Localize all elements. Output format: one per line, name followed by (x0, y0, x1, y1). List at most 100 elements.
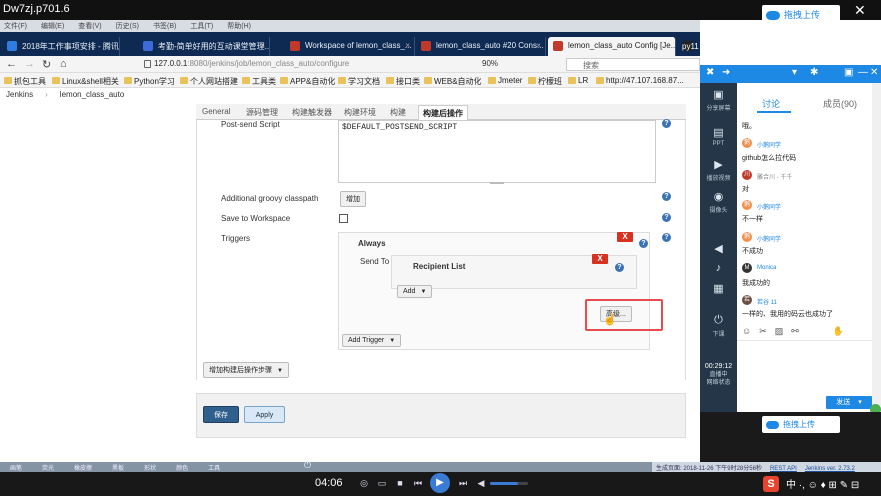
add-trigger-button[interactable]: Add Trigger ▼ (342, 334, 402, 347)
help-icon[interactable]: ? (639, 239, 648, 248)
back-icon[interactable]: ← (6, 58, 17, 70)
stop-icon[interactable]: ■ (392, 476, 408, 491)
resize-grip[interactable] (490, 182, 504, 184)
apply-button[interactable]: Apply (244, 406, 285, 423)
chat-scrollbar[interactable] (872, 83, 881, 412)
bookmark-item[interactable]: Python学习 (124, 76, 175, 87)
menu-file[interactable]: 文件(F) (4, 23, 27, 30)
menu-bookmarks[interactable]: 书签(B) (153, 23, 176, 30)
bookmark-item[interactable]: WEB&自动化 (424, 76, 482, 87)
loop-icon[interactable]: ◎ (356, 476, 372, 491)
tab-members[interactable]: 成员(90) (823, 97, 857, 110)
bookmark-item[interactable]: http://47.107.168.87... (596, 76, 684, 85)
power-icon[interactable]: ⏻ (304, 460, 311, 471)
bookmark-item[interactable]: 接口类 (386, 76, 420, 87)
home-icon[interactable]: ⌂ (60, 58, 67, 70)
bookmark-item[interactable]: 工具类 (242, 76, 276, 87)
search-input[interactable]: 搜索 (566, 58, 700, 71)
bookmark-item[interactable]: 抓包工具 (4, 76, 46, 87)
menu-view[interactable]: 查看(V) (78, 23, 101, 30)
url-input[interactable]: 127.0.0.1:8080/jenkins/job/lemon_class_a… (124, 58, 504, 71)
bookmark-item[interactable]: 学习文档 (338, 76, 380, 87)
tab-build[interactable]: 构建 (390, 107, 406, 118)
menu-history[interactable]: 历史(S) (116, 23, 139, 30)
tool-music[interactable]: ♪ (700, 262, 737, 276)
browser-tab[interactable]: 2018年工作事项安排 - 腾讯文... (2, 37, 120, 56)
tool-volume[interactable]: ◀ (700, 242, 737, 257)
upload-button[interactable]: 拖拽上传 (762, 5, 840, 23)
previous-icon[interactable]: ⏮ (410, 476, 426, 491)
tool-play-video[interactable]: ▶ 播放视频 (700, 158, 737, 182)
upload-button[interactable]: 拖拽上传 (762, 416, 840, 433)
menu-edit[interactable]: 编辑(E) (41, 23, 64, 30)
volume-icon[interactable]: ◀ (473, 476, 489, 491)
tool-share-screen[interactable]: ▣ 分享屏幕 (700, 88, 737, 112)
tab-discussion[interactable]: 讨论 (762, 97, 780, 110)
post-send-script-textarea[interactable]: $DEFAULT_POSTSEND_SCRIPT (338, 120, 656, 183)
next-icon[interactable]: ⏭ (455, 476, 471, 491)
arrow-right-icon[interactable]: ➜ (722, 67, 730, 78)
browser-tab[interactable]: Workspace of lemon_class_... × (285, 37, 415, 56)
hand-icon[interactable]: ✋ (833, 326, 844, 336)
pin-icon[interactable]: ✖ (706, 67, 714, 78)
tool-class-off[interactable]: ⏻ 下课 (700, 314, 737, 338)
help-icon[interactable]: ? (662, 192, 671, 201)
bookmark-item[interactable]: Linux&shell相关 (52, 76, 119, 87)
delete-recipient-button[interactable]: X (592, 254, 608, 264)
bookmark-item[interactable]: APP&自动化 (280, 76, 335, 87)
browser-tab-active[interactable]: lemon_class_auto Config [Je... (548, 37, 676, 56)
tab-scm[interactable]: 源码管理 (246, 107, 278, 118)
add-post-build-step-button[interactable]: 增加构建后操作步骤 ▼ (203, 362, 289, 378)
tool-more[interactable]: ▦ (700, 282, 737, 297)
url-path: :8080/jenkins/job/lemon_class_auto/confi… (187, 59, 350, 68)
tab-close-icon[interactable]: × (405, 41, 410, 50)
shirt-icon[interactable]: ▣ (844, 67, 853, 78)
tab-post-build[interactable]: 构建后操作 (418, 105, 468, 120)
help-icon[interactable]: ? (662, 213, 671, 222)
ime-toolbar[interactable]: 中 ·, ☺ ♦ ⊞ ✎ ⊟ (786, 476, 859, 491)
save-workspace-checkbox[interactable] (339, 214, 348, 223)
tool-camera[interactable]: ◉ 摄像头 (700, 190, 737, 214)
tool-ppt[interactable]: ▤ PPT (700, 126, 737, 147)
reload-icon[interactable]: ↻ (42, 58, 51, 71)
subtitle-icon[interactable]: ▭ (374, 476, 390, 491)
chat-input[interactable] (737, 340, 872, 392)
tab-close-icon[interactable]: × (260, 41, 265, 50)
menu-help[interactable]: 帮助(H) (227, 23, 251, 30)
menu-tools[interactable]: 工具(T) (190, 23, 213, 30)
chevron-down-icon[interactable]: ▾ (792, 67, 797, 78)
emoji-icon[interactable]: ☺ (742, 326, 751, 336)
browser-tab[interactable]: 考勤-简单好用的互动课堂管理... × (138, 37, 270, 56)
zoom-level[interactable]: 90% (482, 59, 498, 68)
add-recipient-button[interactable]: Add ▼ (397, 285, 433, 298)
forward-icon[interactable]: → (24, 58, 35, 70)
live-timer: 00:29:12 直播中 网络状态 (700, 363, 737, 387)
add-classpath-button[interactable]: 增加 (340, 191, 366, 207)
send-button[interactable]: 发送 ▾ (826, 396, 872, 409)
tab-build-env[interactable]: 构建环境 (344, 107, 376, 118)
bookmark-item[interactable]: 柠檬班 (528, 76, 562, 87)
bookmark-item[interactable]: Jmeter (488, 76, 522, 85)
close-icon[interactable]: ✕ (854, 2, 866, 19)
delete-trigger-button[interactable]: X (617, 232, 633, 242)
pin-icon[interactable]: ✱ (810, 67, 818, 78)
tab-general[interactable]: General (202, 107, 230, 116)
play-icon[interactable]: ▶ (430, 473, 450, 493)
link-icon[interactable]: ⚯ (791, 326, 799, 336)
image-icon[interactable]: ▨ (775, 326, 784, 336)
breadcrumb-jenkins[interactable]: Jenkins (6, 90, 33, 99)
help-icon[interactable]: ? (662, 119, 671, 128)
bookmark-item[interactable]: 个人网站搭建 (180, 76, 238, 87)
browser-tab[interactable]: lemon_class_auto #20 Cons... × (416, 37, 546, 56)
bookmark-item[interactable]: LR (568, 76, 588, 85)
close-icon[interactable]: ✕ (870, 67, 878, 78)
tab-triggers[interactable]: 构建触发器 (292, 107, 332, 118)
ime-logo-icon[interactable]: S (763, 476, 779, 492)
save-button[interactable]: 保存 (203, 406, 239, 423)
breadcrumb-job[interactable]: lemon_class_auto (60, 90, 124, 99)
minimize-icon[interactable]: — (858, 67, 868, 78)
tab-close-icon[interactable]: × (536, 41, 541, 50)
scissors-icon[interactable]: ✂ (759, 326, 767, 336)
help-icon[interactable]: ? (615, 263, 624, 272)
help-icon[interactable]: ? (662, 233, 671, 242)
